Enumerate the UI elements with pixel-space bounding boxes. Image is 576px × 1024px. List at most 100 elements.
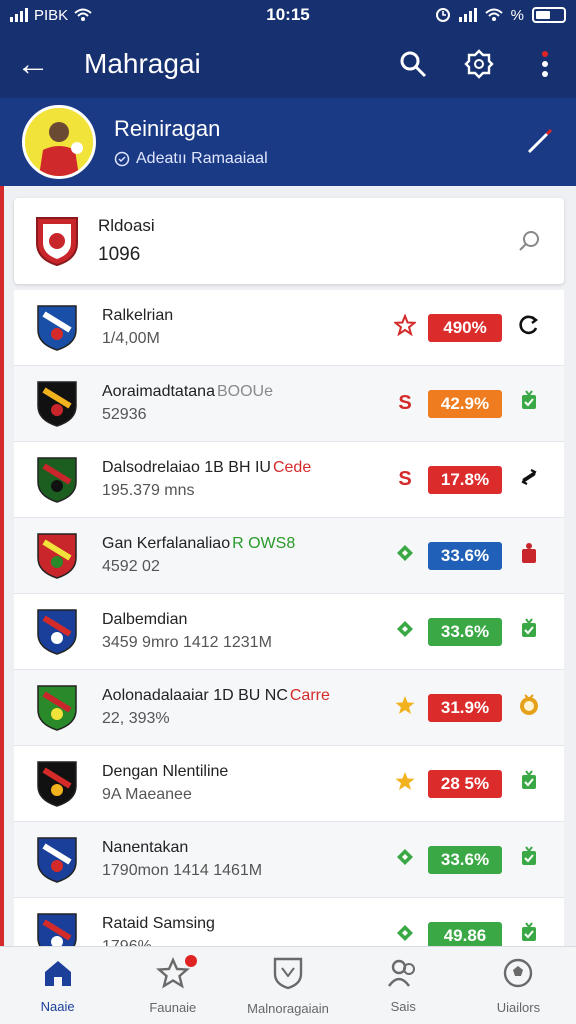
green-diamond-icon xyxy=(392,543,418,569)
team-name: Aoraimadtatana xyxy=(102,383,215,400)
svg-text:S: S xyxy=(398,468,411,489)
people-icon xyxy=(387,958,419,993)
team-crest-icon xyxy=(37,836,77,883)
team-stat: 9A Maeanee xyxy=(102,786,192,803)
profile-banner: Reiniragan Adeatıı Ramaaiaal xyxy=(0,98,576,186)
team-row[interactable]: Dalsodrelaiao 1B BH IU Cede 195.379 mns S… xyxy=(14,442,564,518)
nav-item-malnoragaiain[interactable]: Malnoragaiain xyxy=(230,947,345,1024)
team-name: Ralkelrian xyxy=(102,307,174,324)
check-circle-icon xyxy=(114,151,130,167)
search-icon xyxy=(519,231,539,251)
percent-badge: 17.8% xyxy=(428,465,502,494)
team-crest-icon xyxy=(37,456,77,503)
percent-badge: 33.6% xyxy=(428,845,502,874)
team-list: Ralkelrian 1/4,00M 490% Aoraimadtatana BO… xyxy=(14,290,564,946)
notification-dot xyxy=(185,955,198,967)
settings-button[interactable] xyxy=(464,49,494,79)
s-badge-icon: S xyxy=(392,389,418,419)
accent-line xyxy=(0,186,4,946)
profile-subtitle: Adeatıı Ramaaiaal xyxy=(136,150,268,167)
percent-badge: 28 5% xyxy=(428,769,502,798)
avatar[interactable] xyxy=(22,105,96,179)
team-crest-icon xyxy=(37,912,77,946)
shield-icon xyxy=(272,956,304,995)
featured-name: Rldoasi xyxy=(98,216,155,235)
battery-icon xyxy=(532,7,566,23)
percent-badge: 490% xyxy=(428,313,502,342)
featured-card[interactable]: Rldoasi 1096 xyxy=(14,198,564,284)
team-stat: 1/4,00M xyxy=(102,330,160,347)
team-row[interactable]: Dalbemdian 3459 9mro 1412 1231M 33.6% xyxy=(14,594,564,670)
nav-label: Faunaie xyxy=(149,999,197,1015)
team-name-accent: Carre xyxy=(289,687,330,704)
green-diamond-icon xyxy=(392,923,418,947)
soccer-ball-icon xyxy=(502,957,534,994)
team-row[interactable]: Nanentakan 1790mon 1414 1461M 33.6% xyxy=(14,822,564,898)
percent-badge: 49.86 xyxy=(428,921,502,946)
status-bar: PIBK 10:15 % xyxy=(0,0,576,30)
edit-profile-button[interactable] xyxy=(524,127,554,157)
nav-item-naaie[interactable]: Naaie xyxy=(0,947,115,1024)
green-trophy-icon[interactable] xyxy=(514,617,544,647)
team-stat: 22, 393% xyxy=(102,710,170,727)
team-name: Aolonadalaaiar 1D BU NC xyxy=(102,687,288,704)
green-trophy-icon[interactable] xyxy=(514,921,544,947)
team-name: Rataid Samsing xyxy=(102,915,215,932)
featured-search-button[interactable] xyxy=(514,226,544,256)
gear-icon xyxy=(464,49,494,79)
percent-badge: 33.6% xyxy=(428,617,502,646)
search-button[interactable] xyxy=(398,49,428,79)
nav-label: Uiailors xyxy=(496,999,541,1015)
nav-item-faunaie[interactable]: Faunaie xyxy=(115,947,230,1024)
percent-badge: 31.9% xyxy=(428,693,502,722)
team-row[interactable]: Rataid Samsing 1796% 49.86 xyxy=(14,898,564,946)
more-vertical-icon xyxy=(542,51,548,77)
percent-badge: 42.9% xyxy=(428,389,502,418)
star-outline-icon xyxy=(392,312,418,342)
team-stat: 52936 xyxy=(102,406,147,423)
team-name: Gan Kerfalanaliao xyxy=(102,535,231,552)
back-arrow-icon[interactable]: ← xyxy=(16,45,60,84)
team-name: Dengan Nlentiline xyxy=(102,763,229,780)
search-icon xyxy=(400,51,427,78)
profile-name: Reiniragan xyxy=(114,116,221,141)
refresh-icon[interactable] xyxy=(514,314,544,342)
green-trophy-icon[interactable] xyxy=(514,389,544,419)
swap-icon[interactable] xyxy=(514,466,544,494)
nav-label: Malnoragaiain xyxy=(247,1000,329,1016)
team-name-accent: Cede xyxy=(272,459,312,476)
nav-label: Sais xyxy=(390,998,416,1014)
team-crest-icon xyxy=(37,304,77,351)
team-name: Nanentakan xyxy=(102,839,189,856)
team-crest-icon xyxy=(37,532,77,579)
green-diamond-icon xyxy=(392,619,418,645)
team-stat: 195.379 mns xyxy=(102,482,195,499)
nav-label: Naaie xyxy=(40,998,75,1014)
team-name-accent: R OWS8 xyxy=(232,535,296,552)
team-crest-icon xyxy=(37,684,77,731)
nav-item-uiailors[interactable]: Uiailors xyxy=(461,947,576,1024)
home-icon xyxy=(42,958,74,993)
team-crest-icon xyxy=(37,380,77,427)
medal-icon[interactable] xyxy=(514,693,544,723)
team-row[interactable]: Aolonadalaaiar 1D BU NC Carre 22, 393% 31… xyxy=(14,670,564,746)
gold-star-icon xyxy=(392,770,418,798)
team-crest-icon xyxy=(37,760,77,807)
nav-item-sais[interactable]: Sais xyxy=(346,947,461,1024)
percent-badge: 33.6% xyxy=(428,541,502,570)
red-figure-icon[interactable] xyxy=(514,541,544,571)
team-name: Dalsodrelaiao 1B BH IU xyxy=(102,459,271,476)
team-name: Dalbemdian xyxy=(102,611,188,628)
team-row[interactable]: Ralkelrian 1/4,00M 490% xyxy=(14,290,564,366)
team-row[interactable]: Dengan Nlentiline 9A Maeanee 28 5% xyxy=(14,746,564,822)
team-row[interactable]: Gan Kerfalanaliao R OWS8 4592 02 33.6% xyxy=(14,518,564,594)
green-trophy-icon[interactable] xyxy=(514,769,544,799)
team-name-accent: BOOUe xyxy=(216,383,273,400)
green-diamond-icon xyxy=(392,847,418,873)
pencil-icon xyxy=(527,128,553,154)
green-trophy-icon[interactable] xyxy=(514,845,544,875)
more-options-button[interactable] xyxy=(530,49,560,79)
gold-star-icon xyxy=(392,694,418,722)
clock: 10:15 xyxy=(266,5,310,24)
team-row[interactable]: Aoraimadtatana BOOUe 52936 S 42.9% xyxy=(14,366,564,442)
